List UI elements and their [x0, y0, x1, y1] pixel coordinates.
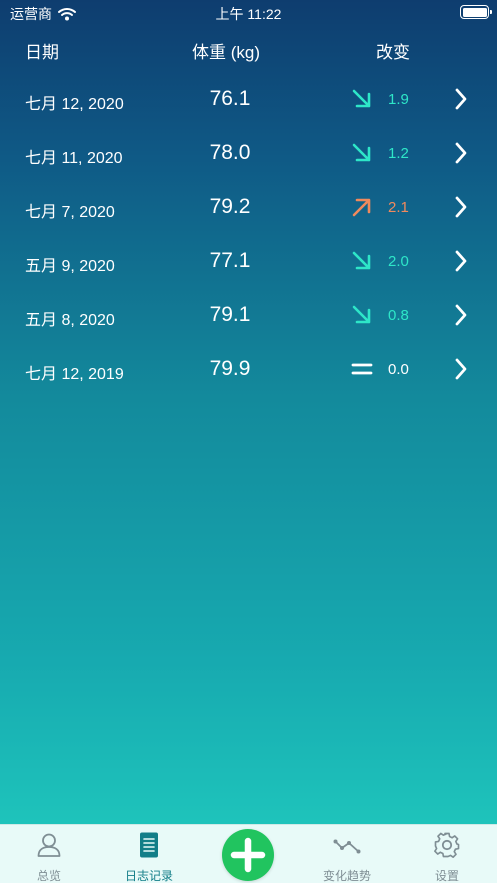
row-weight: 79.2: [209, 195, 251, 218]
tab-log-label: 日志记录: [124, 869, 173, 883]
row-date: 七月 12, 2019: [25, 366, 124, 383]
row-date: 七月 7, 2020: [25, 204, 115, 221]
row-delta: 2.0: [388, 253, 409, 270]
tab-settings-label: 设置: [434, 869, 459, 883]
header-change: 改变: [376, 43, 410, 62]
row-weight: 78.0: [209, 141, 251, 164]
log-row[interactable]: 七月 12, 2019 79.9 0.0: [0, 342, 497, 396]
trend-line-icon: [333, 839, 361, 854]
chevron-right-icon[interactable]: [453, 195, 469, 219]
tab-overview-label: 总览: [36, 869, 61, 883]
equal-icon: [351, 363, 373, 375]
row-weight: 79.1: [209, 303, 251, 326]
row-delta: 0.0: [388, 361, 409, 378]
row-delta: 1.9: [388, 91, 409, 108]
arrow-down-right-icon: [352, 89, 371, 108]
document-icon: [140, 832, 158, 858]
tab-settings[interactable]: 设置: [402, 825, 492, 883]
tab-overview[interactable]: 总览: [4, 825, 94, 883]
chevron-right-icon[interactable]: [453, 87, 469, 111]
arrow-down-right-icon: [352, 305, 371, 324]
battery-icon: [460, 5, 492, 19]
header-date: 日期: [25, 43, 59, 62]
arrow-down-right-icon: [352, 251, 371, 270]
chevron-right-icon[interactable]: [453, 141, 469, 165]
arrow-down-right-icon: [352, 143, 371, 162]
chevron-right-icon[interactable]: [453, 249, 469, 273]
log-row[interactable]: 五月 8, 2020 79.1 0.8: [0, 288, 497, 342]
log-row[interactable]: 七月 12, 2020 76.1 1.9: [0, 72, 497, 126]
plus-icon: [230, 837, 266, 873]
arrow-up-right-icon: [352, 198, 371, 217]
chevron-right-icon[interactable]: [453, 303, 469, 327]
add-entry-button[interactable]: [222, 829, 274, 881]
header-weight: 体重 (kg): [192, 43, 260, 62]
log-row[interactable]: 七月 7, 2020 79.2 2.1: [0, 180, 497, 234]
row-weight: 79.9: [209, 357, 251, 380]
tab-log[interactable]: 日志记录: [104, 825, 194, 883]
row-date: 五月 8, 2020: [25, 312, 115, 329]
row-delta: 2.1: [388, 199, 409, 216]
row-date: 五月 9, 2020: [25, 258, 115, 275]
tab-trend-label: 变化趋势: [322, 869, 371, 883]
row-delta: 1.2: [388, 145, 409, 162]
row-date: 七月 11, 2020: [25, 150, 123, 167]
log-row[interactable]: 五月 9, 2020 77.1 2.0: [0, 234, 497, 288]
row-date: 七月 12, 2020: [25, 96, 124, 113]
chevron-right-icon[interactable]: [453, 357, 469, 381]
row-weight: 77.1: [209, 249, 251, 272]
column-header: 日期 体重 (kg) 改变: [0, 36, 497, 62]
log-list: 七月 12, 2020 76.1 1.9 七月 11, 2020 78.0 1.…: [0, 72, 497, 396]
clock: 上午 11:22: [215, 6, 282, 22]
tab-trend[interactable]: 变化趋势: [302, 825, 392, 883]
row-weight: 76.1: [209, 87, 251, 110]
log-row[interactable]: 七月 11, 2020 78.0 1.2: [0, 126, 497, 180]
row-delta: 0.8: [388, 307, 409, 324]
person-icon: [37, 833, 61, 857]
gear-icon: [434, 832, 460, 858]
status-bar: 运营商 上午 11:22: [0, 0, 497, 24]
